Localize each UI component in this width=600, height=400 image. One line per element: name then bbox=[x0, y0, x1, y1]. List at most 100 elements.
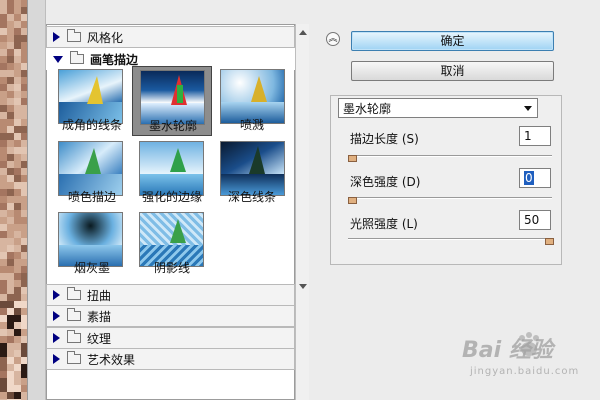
filter-thumb-ink-outlines[interactable]: 墨水轮廓 bbox=[132, 66, 212, 136]
filter-thumb-crosshatch[interactable]: 阴影线 bbox=[132, 209, 212, 279]
thumb-label: 喷溅 bbox=[239, 118, 264, 132]
light-intensity-input[interactable]: 50 bbox=[519, 210, 551, 230]
preview-pixel bbox=[14, 154, 21, 161]
dark-intensity-value: 0 bbox=[524, 171, 534, 185]
preview-pixel bbox=[14, 252, 21, 259]
collapse-gallery-button[interactable]: ︽ bbox=[326, 32, 340, 46]
expand-arrow-icon[interactable] bbox=[53, 333, 60, 343]
preview-pixel bbox=[0, 56, 7, 63]
preview-pixel bbox=[21, 350, 27, 357]
preview-pixel bbox=[7, 238, 14, 245]
preview-pixel bbox=[7, 210, 14, 217]
param-label-dark-intensity: 深色强度 (D) bbox=[350, 175, 421, 189]
preview-pixel bbox=[14, 308, 21, 315]
category-stylize[interactable]: 风格化 bbox=[46, 26, 295, 48]
preview-pixel bbox=[14, 266, 21, 273]
dark-intensity-slider[interactable] bbox=[348, 194, 552, 204]
preview-pixel bbox=[0, 0, 7, 7]
folder-icon bbox=[67, 29, 81, 42]
preview-pixel bbox=[21, 0, 27, 7]
preview-pixel bbox=[14, 294, 21, 301]
preview-pixel bbox=[14, 63, 21, 70]
category-artistic[interactable]: 艺术效果 bbox=[46, 348, 295, 370]
preview-pixel bbox=[21, 231, 27, 238]
category-sketch[interactable]: 素描 bbox=[46, 305, 295, 327]
thumb-label: 成角的线条 bbox=[61, 118, 122, 132]
light-intensity-value: 50 bbox=[524, 213, 540, 227]
preview-pixel bbox=[7, 308, 14, 315]
preview-pixel bbox=[0, 182, 7, 189]
expand-arrow-icon[interactable] bbox=[53, 290, 60, 300]
light-intensity-slider[interactable] bbox=[348, 235, 554, 245]
preview-pixel bbox=[21, 357, 27, 364]
preview-pixel bbox=[0, 259, 7, 266]
collapse-arrow-icon[interactable] bbox=[53, 55, 63, 63]
preview-pixel bbox=[7, 392, 14, 399]
expand-arrow-icon[interactable] bbox=[53, 354, 60, 364]
preview-pixel bbox=[14, 364, 21, 371]
preview-pixel bbox=[7, 70, 14, 77]
preview-pixel bbox=[7, 42, 14, 49]
baidu-paw-icon bbox=[519, 332, 539, 356]
chevron-down-icon[interactable] bbox=[524, 106, 532, 111]
filter-thumb-dark-strokes[interactable]: 深色线条 bbox=[212, 138, 292, 208]
filter-list-scrollbar[interactable] bbox=[295, 24, 309, 400]
filter-thumb-sumi-e[interactable]: 烟灰墨 bbox=[52, 209, 132, 279]
stroke-length-input[interactable]: 1 bbox=[519, 126, 551, 146]
filter-thumb-accented-edges[interactable]: 强化的边缘 bbox=[132, 138, 212, 208]
preview-pixel bbox=[21, 42, 27, 49]
preview-pixel bbox=[14, 7, 21, 14]
scroll-up-icon[interactable] bbox=[299, 30, 307, 35]
preview-pixel bbox=[14, 343, 21, 350]
preview-pixel bbox=[21, 91, 27, 98]
stroke-length-slider[interactable] bbox=[348, 152, 552, 162]
slider-thumb[interactable] bbox=[348, 152, 357, 162]
preview-pixel bbox=[14, 189, 21, 196]
scroll-down-icon[interactable] bbox=[299, 284, 307, 289]
preview-pixel bbox=[21, 371, 27, 378]
category-distort[interactable]: 扭曲 bbox=[46, 284, 295, 306]
preview-pixel bbox=[7, 168, 14, 175]
preview-pixel bbox=[14, 42, 21, 49]
slider-thumb[interactable] bbox=[348, 194, 357, 204]
preview-pixel bbox=[7, 161, 14, 168]
preview-pixel bbox=[0, 119, 7, 126]
preview-pixel bbox=[14, 49, 21, 56]
filter-select-dropdown[interactable]: 墨水轮廓 bbox=[338, 98, 538, 118]
filter-thumb-spatter[interactable]: 喷溅 bbox=[212, 66, 292, 136]
preview-pixel bbox=[21, 140, 27, 147]
watermark-url: jingyan.baidu.com bbox=[470, 366, 580, 377]
preview-pixel bbox=[14, 28, 21, 35]
preview-pixel bbox=[21, 119, 27, 126]
preview-pixel bbox=[21, 224, 27, 231]
preview-pixel bbox=[0, 63, 7, 70]
preview-pixel bbox=[21, 84, 27, 91]
preview-pixel bbox=[0, 14, 7, 21]
preview-pixel bbox=[14, 56, 21, 63]
filter-select-value: 墨水轮廓 bbox=[343, 101, 392, 116]
preview-pixel bbox=[0, 336, 7, 343]
ok-button[interactable]: 确定 bbox=[351, 31, 554, 51]
category-texture[interactable]: 纹理 bbox=[46, 327, 295, 349]
preview-pixel bbox=[0, 280, 7, 287]
preview-pixel bbox=[21, 77, 27, 84]
expand-arrow-icon[interactable] bbox=[53, 32, 60, 42]
filter-thumb-sprayed-strokes[interactable]: 喷色描边 bbox=[52, 138, 132, 208]
cancel-button[interactable]: 取消 bbox=[351, 61, 554, 81]
preview-pixel bbox=[14, 182, 21, 189]
expand-arrow-icon[interactable] bbox=[53, 311, 60, 321]
preview-pixel bbox=[14, 77, 21, 84]
preview-pixel bbox=[7, 203, 14, 210]
preview-pixel bbox=[7, 259, 14, 266]
preview-pixel bbox=[14, 301, 21, 308]
preview-pixel bbox=[7, 217, 14, 224]
preview-pixel bbox=[0, 161, 7, 168]
preview-pixel bbox=[7, 126, 14, 133]
preview-pixel bbox=[14, 161, 21, 168]
preview-pixel bbox=[14, 259, 21, 266]
dark-intensity-input[interactable]: 0 bbox=[519, 168, 551, 188]
slider-thumb[interactable] bbox=[545, 235, 554, 245]
preview-pixel bbox=[0, 7, 7, 14]
filter-thumb-angled-strokes[interactable]: 成角的线条 bbox=[52, 66, 132, 136]
preview-pixel bbox=[14, 203, 21, 210]
